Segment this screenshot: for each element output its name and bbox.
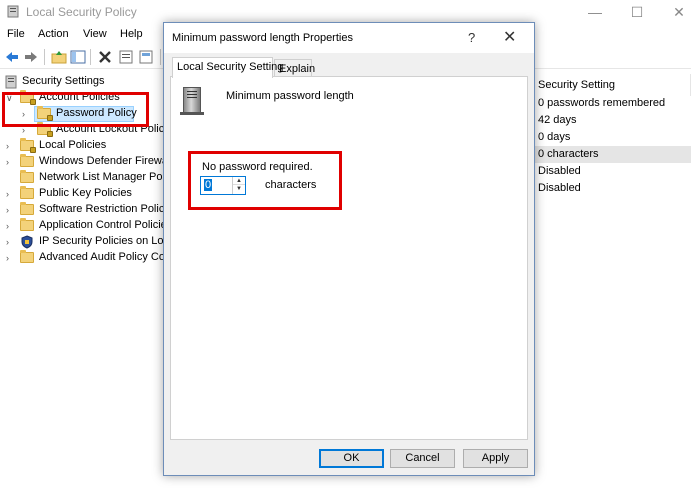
- menu-action[interactable]: Action: [38, 28, 69, 40]
- show-tree-icon[interactable]: [70, 49, 86, 65]
- chevron-right-icon[interactable]: ›: [6, 154, 14, 170]
- tree-root-label: Security Settings: [22, 75, 105, 87]
- setting-value: Disabled: [538, 165, 581, 177]
- dialog-close-button[interactable]: ✕: [503, 27, 516, 47]
- folder-icon: [20, 186, 34, 199]
- tree-pane: Security Settings ∨ Account Policies › P…: [0, 70, 164, 494]
- menu-file[interactable]: File: [7, 28, 25, 40]
- menu-help[interactable]: Help: [120, 28, 143, 40]
- apply-button[interactable]: Apply: [463, 449, 528, 468]
- ip-security-icon: [21, 235, 33, 249]
- tree-item-label: Local Policies: [39, 139, 107, 151]
- server-icon: [180, 87, 204, 115]
- dialog-title-bar: Minimum password length Properties ? ✕: [164, 23, 534, 53]
- list-item[interactable]: 0 passwords remembered: [534, 95, 691, 112]
- list-item[interactable]: Disabled: [534, 163, 691, 180]
- toolbar-separator: [44, 49, 45, 65]
- folder-icon: [20, 170, 34, 183]
- tab-label: Local Security Setting: [177, 61, 284, 73]
- folder-icon: [20, 218, 34, 231]
- tree-item-label: Windows Defender Firewa: [39, 155, 164, 167]
- tree-item-firewall[interactable]: › Windows Defender Firewa: [4, 154, 164, 170]
- delete-icon[interactable]: [97, 49, 113, 65]
- lock-icon: [47, 131, 53, 137]
- chevron-right-icon[interactable]: ›: [6, 202, 14, 218]
- forward-icon[interactable]: [23, 49, 39, 65]
- list-item[interactable]: 42 days: [534, 112, 691, 129]
- setting-value: Disabled: [538, 182, 581, 194]
- ok-button[interactable]: OK: [319, 449, 384, 468]
- list-item-selected[interactable]: 0 characters: [534, 146, 691, 163]
- properties-icon[interactable]: [118, 49, 134, 65]
- chevron-right-icon[interactable]: ›: [6, 186, 14, 202]
- annotation-box-tree: [2, 92, 149, 127]
- window-title: Local Security Policy: [26, 5, 137, 19]
- minimize-button[interactable]: —: [572, 0, 618, 24]
- setting-value: 0 passwords remembered: [538, 97, 666, 109]
- tree-item-label: Advanced Audit Policy Co: [39, 251, 164, 263]
- close-button[interactable]: ✕: [656, 0, 691, 24]
- folder-icon: [20, 202, 34, 215]
- up-folder-icon[interactable]: [51, 49, 67, 65]
- tab-local-security-setting[interactable]: Local Security Setting: [172, 57, 283, 78]
- toolbar-separator: [90, 49, 91, 65]
- column-header-label: Security Setting: [538, 79, 616, 91]
- tree-item-label: Software Restriction Policie: [39, 203, 164, 215]
- tree-item-label: IP Security Policies on Loca: [39, 235, 164, 247]
- tree-item-label: Application Control Policie: [39, 219, 164, 231]
- setting-value: 0 characters: [538, 148, 599, 160]
- column-header-security-setting[interactable]: Security Setting: [534, 74, 691, 96]
- dialog-title: Minimum password length Properties: [172, 32, 353, 44]
- tree-root[interactable]: Security Settings: [4, 74, 154, 90]
- help-button[interactable]: ?: [468, 30, 475, 45]
- setting-value: 0 days: [538, 131, 571, 143]
- properties-dialog: Minimum password length Properties ? ✕ L…: [163, 22, 535, 476]
- chevron-right-icon[interactable]: ›: [6, 218, 14, 234]
- list-item[interactable]: Disabled: [534, 180, 691, 197]
- cancel-button[interactable]: Cancel: [390, 449, 455, 468]
- tree-item-advanced-audit[interactable]: › Advanced Audit Policy Co: [4, 250, 164, 266]
- maximize-button[interactable]: ☐: [614, 0, 660, 24]
- tree-item-label: Network List Manager Poli: [39, 171, 164, 183]
- export-icon[interactable]: [138, 49, 154, 65]
- main-title-bar: Local Security Policy — ☐ ✕: [0, 0, 691, 24]
- tree-item-public-key[interactable]: › Public Key Policies: [4, 186, 164, 202]
- tree-item-local-policies[interactable]: › Local Policies: [4, 138, 164, 154]
- annotation-box-length: [188, 151, 342, 210]
- setting-value: 42 days: [538, 114, 577, 126]
- folder-icon: [20, 138, 36, 153]
- chevron-right-icon[interactable]: ›: [6, 250, 14, 266]
- tree-item-application-control[interactable]: › Application Control Policie: [4, 218, 164, 234]
- details-pane: Security Setting 0 passwords remembered …: [534, 70, 691, 494]
- security-policy-icon: [7, 5, 19, 18]
- chevron-right-icon[interactable]: ›: [6, 234, 14, 250]
- tree-item-network-list[interactable]: Network List Manager Poli: [4, 170, 164, 186]
- tree-item-software-restriction[interactable]: › Software Restriction Policie: [4, 202, 164, 218]
- list-item[interactable]: 0 days: [534, 129, 691, 146]
- folder-icon: [20, 250, 34, 263]
- tab-panel: Minimum password length No password requ…: [170, 76, 528, 440]
- menu-view[interactable]: View: [83, 28, 107, 40]
- chevron-right-icon[interactable]: ›: [6, 138, 14, 154]
- tab-label: Explain: [279, 63, 316, 75]
- tree-item-ip-security[interactable]: › IP Security Policies on Loca: [4, 234, 164, 250]
- setting-name: Minimum password length: [226, 90, 354, 102]
- tree-item-label: Public Key Policies: [39, 187, 132, 199]
- security-settings-icon: [5, 75, 17, 89]
- back-icon[interactable]: [4, 49, 20, 65]
- lock-icon: [30, 147, 36, 153]
- folder-icon: [20, 154, 34, 167]
- toolbar-separator: [160, 49, 161, 65]
